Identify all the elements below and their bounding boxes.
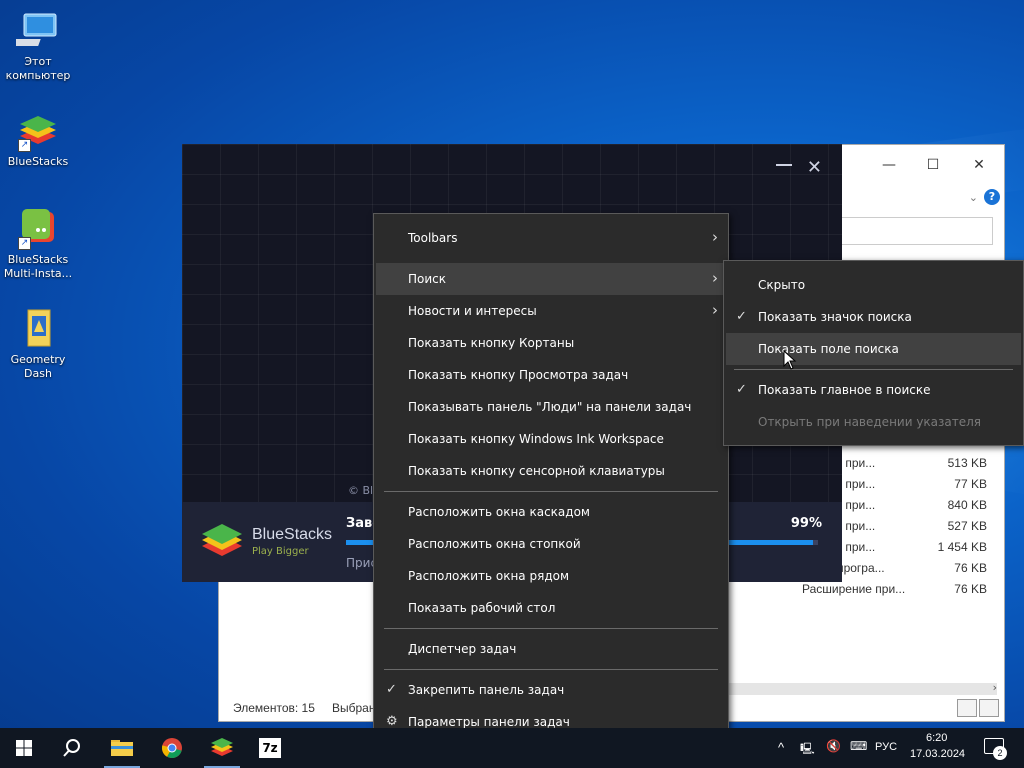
large-icons-view-button[interactable] [979,699,999,717]
folder-icon [16,306,60,350]
logo-tagline: Play Bigger [252,546,309,557]
start-button[interactable] [0,728,48,768]
taskbar-chrome[interactable] [148,728,196,768]
desktop-icon-bluestacks[interactable]: ↗ BlueStacks [0,108,76,169]
menu-item-task-view[interactable]: Показать кнопку Просмотра задач [376,359,726,391]
taskbar-context-menu: Toolbars › Поиск › Новости и интересы › Пок… [373,213,729,747]
chevron-down-icon[interactable]: ⌄ [969,191,978,204]
shortcut-arrow-icon: ↗ [18,237,31,250]
menu-separator [384,628,718,629]
shortcut-arrow-icon: ↗ [18,139,31,152]
tray-keyboard-icon[interactable]: ⌨ [850,739,867,753]
menu-item-people[interactable]: Показывать панель "Люди" на панели задач [376,391,726,423]
checkmark-icon: ✓ [736,309,747,324]
menu-item-lock-taskbar[interactable]: ✓ Закрепить панель задач [376,674,726,706]
menu-item-ink-workspace[interactable]: Показать кнопку Windows Ink Workspace [376,423,726,455]
search-submenu: Скрыто ✓ Показать значок поиска Показать … [723,260,1024,446]
chevron-right-icon[interactable]: › [993,681,997,694]
tray-chevron-up-icon[interactable]: ^ [778,740,784,755]
menu-item-cortana[interactable]: Показать кнопку Кортаны [376,327,726,359]
minimize-button[interactable] [776,164,792,166]
menu-item-touch-keyboard[interactable]: Показать кнопку сенсорной клавиатуры [376,455,726,487]
horizontal-scrollbar[interactable]: › [725,681,997,695]
bluestacks-icon [211,738,233,756]
clock-date[interactable]: 17.03.2024 [910,748,965,760]
help-icon[interactable]: ? [984,189,1000,205]
submenu-item-search-highlights[interactable]: ✓ Показать главное в поиске [726,374,1021,406]
checkmark-icon: ✓ [386,682,397,697]
desktop-icon-label: Geometry Dash [10,353,66,380]
menu-item-cascade[interactable]: Расположить окна каскадом [376,496,726,528]
desktop-icon-label: BlueStacks [7,155,69,168]
bluestacks-icon: ↗ [16,108,60,152]
menu-item-stack[interactable]: Расположить окна стопкой [376,528,726,560]
bluestacks-multi-instance-icon: ↗ [16,206,60,250]
clock-time[interactable]: 6:20 [926,732,947,744]
submenu-item-open-on-hover: Открыть при наведении указателя [758,415,982,429]
mouse-cursor-icon [783,350,797,370]
taskbar-file-explorer[interactable] [98,728,146,768]
computer-icon [6,8,60,52]
7zip-icon: 7z [259,738,281,758]
desktop-icon-this-pc[interactable]: Этот компьютер [0,8,76,83]
desktop-icon-label: BlueStacks Multi-Insta... [3,253,73,280]
language-indicator[interactable]: РУС [875,741,897,753]
maximize-button[interactable]: ☐ [923,155,943,175]
copyright-text: © Bl [348,484,374,497]
desktop-icon-geometry-dash[interactable]: Geometry Dash [0,306,76,381]
taskbar: 7z ^ 🖳 🔇 ⌨ РУС 6:20 17.03.2024 2 [0,728,1024,768]
menu-item-task-manager[interactable]: Диспетчер задач [376,633,726,665]
menu-item-side-by-side[interactable]: Расположить окна рядом [376,560,726,592]
menu-separator [734,369,1013,370]
gear-icon: ⚙ [386,714,398,729]
checkmark-icon: ✓ [736,382,747,397]
menu-separator [384,491,718,492]
desktop-icon-label: Этот компьютер [5,55,71,82]
file-explorer-icon [111,740,133,756]
tray-volume-muted-icon[interactable]: 🔇 [826,739,841,753]
search-icon [63,739,80,757]
menu-item-news[interactable]: Новости и интересы › [376,295,726,327]
progress-percent: 99% [790,516,822,531]
menu-item-toolbars[interactable]: Toolbars › [376,222,726,254]
submenu-item-hidden[interactable]: Скрыто [726,269,1021,301]
minimize-button[interactable]: — [879,155,899,175]
search-box[interactable] [839,217,993,245]
status-item-count: Элементов: 15 [233,701,315,715]
bluestacks-logo-icon [202,524,242,556]
chevron-right-icon: › [712,269,718,287]
notification-badge: 2 [993,746,1007,760]
close-icon[interactable]: ✕ [807,157,822,178]
submenu-item-show-search-icon[interactable]: ✓ Показать значок поиска [726,301,1021,333]
menu-separator [384,669,718,670]
table-row[interactable]: Расширение при... 76 KB [799,579,989,600]
chevron-right-icon: › [712,228,718,246]
chrome-icon [161,738,182,759]
chevron-right-icon: › [712,301,718,319]
close-button[interactable]: ✕ [969,155,989,175]
desktop-icon-bluestacks-multi[interactable]: ↗ BlueStacks Multi-Insta... [0,206,76,281]
taskbar-bluestacks[interactable] [198,728,246,768]
submenu-item-show-search-box[interactable]: Показать поле поиска [726,333,1021,365]
tray-network-icon[interactable]: 🖳 [800,740,815,759]
logo-text: BlueStacks [252,526,333,543]
taskbar-search-button[interactable] [48,728,96,768]
taskbar-7zip[interactable]: 7z [246,728,294,768]
status-selected: Выбран [332,701,376,715]
windows-logo-icon [16,740,32,756]
menu-item-show-desktop[interactable]: Показать рабочий стол [376,592,726,624]
details-view-button[interactable] [957,699,977,717]
menu-item-search[interactable]: Поиск › [376,263,726,295]
